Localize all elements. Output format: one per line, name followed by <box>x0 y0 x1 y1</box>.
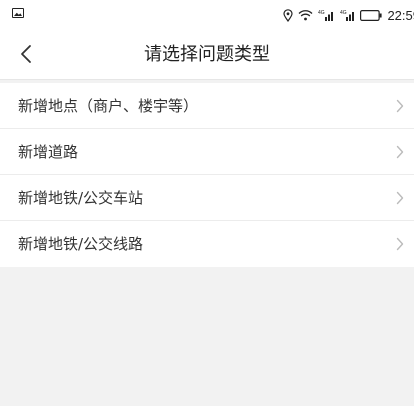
wifi-icon <box>298 10 313 21</box>
svg-text:4G: 4G <box>340 10 347 16</box>
list-item-label: 新增地铁/公交车站 <box>18 189 144 207</box>
list-item-add-road[interactable]: 新增道路 <box>0 129 414 175</box>
list-item-label: 新增道路 <box>18 143 79 161</box>
chevron-right-icon <box>396 145 404 159</box>
problem-type-list: 新增地点（商户、楼宇等） 新增道路 新增地铁/公交车站 新增地铁/公交线路 <box>0 83 414 267</box>
page-title: 请选择问题类型 <box>144 44 270 65</box>
chevron-right-icon <box>396 237 404 251</box>
signal-icon: 4G <box>340 10 355 21</box>
battery-icon <box>360 9 383 21</box>
status-time: 22:59 <box>387 7 414 23</box>
chevron-right-icon <box>396 99 404 113</box>
list-item-label: 新增地点（商户、楼宇等） <box>18 97 199 115</box>
gallery-icon <box>12 8 24 18</box>
chevron-left-icon <box>21 45 31 63</box>
signal-icon: 4G <box>318 10 334 21</box>
location-icon <box>283 8 294 22</box>
list-item-add-place[interactable]: 新增地点（商户、楼宇等） <box>0 83 414 129</box>
status-bar-right: 4G 4G 22:59 <box>283 4 414 26</box>
list-item-add-station[interactable]: 新增地铁/公交车站 <box>0 175 414 221</box>
chevron-right-icon <box>396 191 404 205</box>
status-bar: 4G 4G 22:59 <box>0 0 414 30</box>
svg-text:4G: 4G <box>318 10 325 16</box>
header-bar: 请选择问题类型 <box>0 30 414 80</box>
list-item-add-line[interactable]: 新增地铁/公交线路 <box>0 221 414 267</box>
back-button[interactable] <box>8 36 44 72</box>
list-item-label: 新增地铁/公交线路 <box>18 235 144 253</box>
